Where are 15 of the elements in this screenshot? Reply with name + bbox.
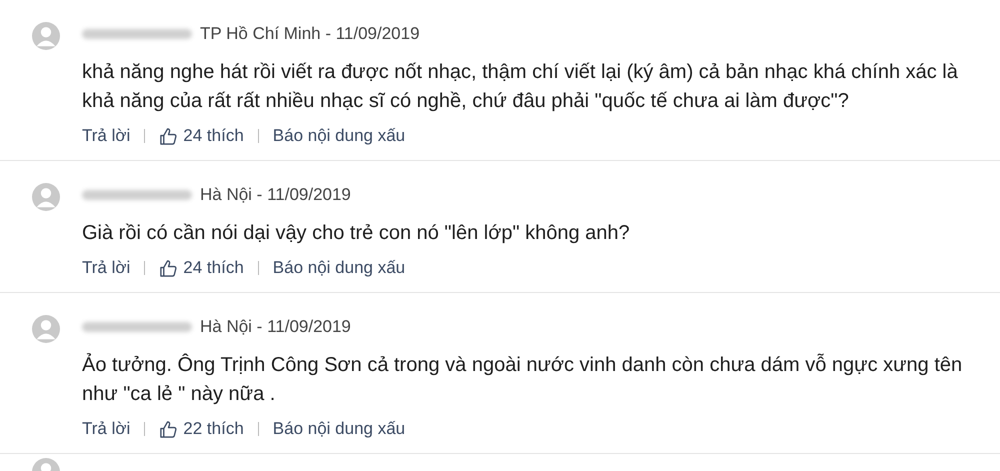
comment-meta: Hà Nội - 11/09/2019 bbox=[200, 185, 351, 205]
report-link[interactable]: Báo nội dung xấu bbox=[272, 126, 406, 146]
reply-link[interactable]: Trả lời bbox=[82, 126, 130, 146]
comment-text: khả năng nghe hát rồi viết ra được nốt nhạc, thậm chí viết lại (ký âm) cả bản nhạc khá chính xác là khả năng của rất rất nhiều nhạc sĩ có nghề, chứ đâu phải "quốc tế chưa ai làm được"? bbox=[82, 60, 959, 114]
comment-meta: Hà Nội - 11/09/2019 bbox=[200, 317, 351, 337]
report-link[interactable]: Báo nội dung xấu bbox=[272, 419, 406, 439]
reply-link[interactable]: Trả lời bbox=[82, 419, 130, 439]
like-count[interactable]: 22 thích bbox=[183, 419, 244, 439]
comment-text: Già rồi có cần nói dại vậy cho trẻ con nó "lên lớp" không anh? bbox=[82, 221, 631, 246]
reply-link[interactable]: Trả lời bbox=[82, 258, 130, 278]
report-link[interactable]: Báo nội dung xấu bbox=[272, 258, 406, 278]
like-count[interactable]: 24 thích bbox=[183, 258, 244, 278]
like-count[interactable]: 24 thích bbox=[183, 126, 244, 146]
comment-text: Ảo tưởng. Ông Trịnh Công Sơn cả trong và ngoài nước vinh danh còn chưa dám vỗ ngực xưng tên như "ca lẻ " này nữa . bbox=[82, 352, 964, 407]
comment-meta: TP Hồ Chí Minh - 11/09/2019 bbox=[200, 24, 420, 44]
